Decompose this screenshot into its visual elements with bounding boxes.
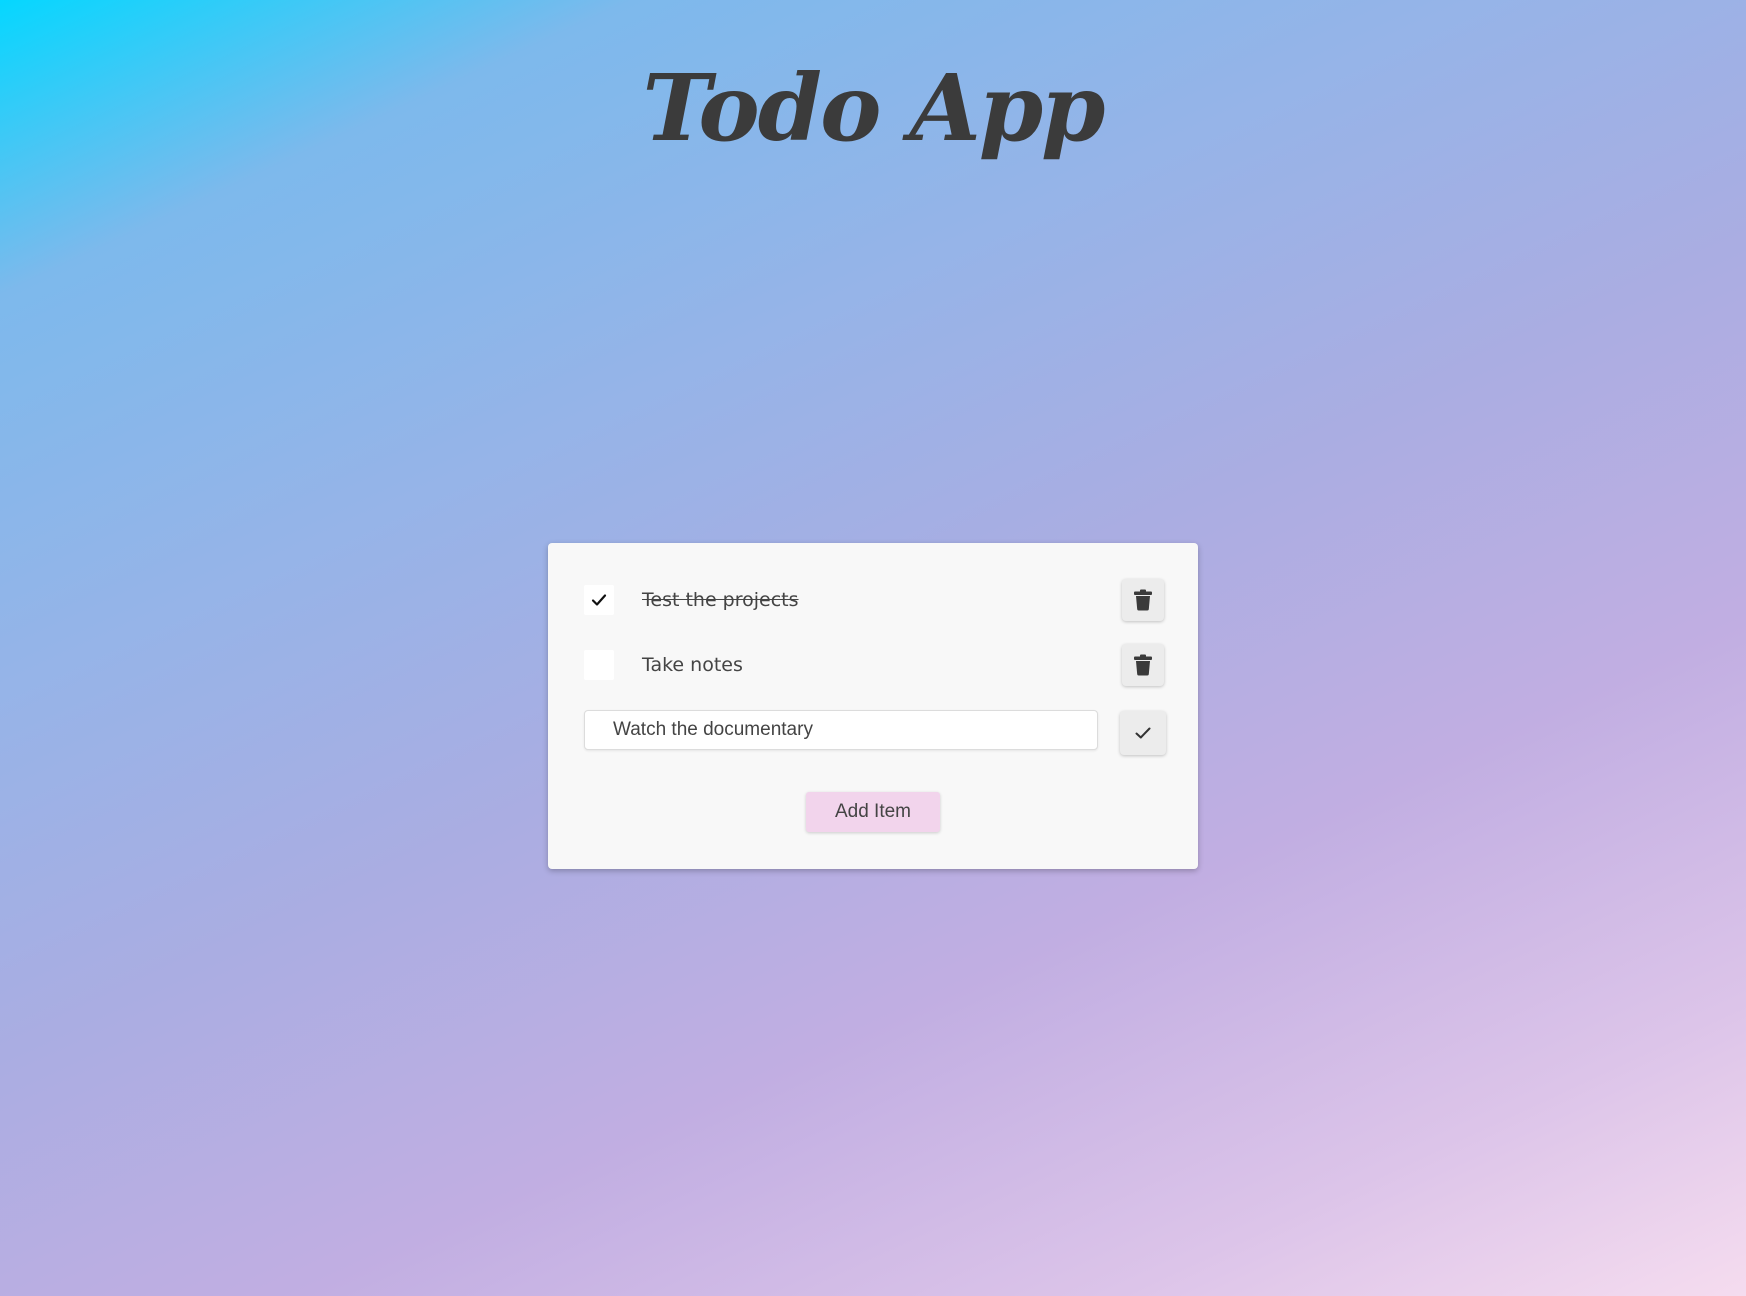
edit-todo-input[interactable]	[584, 710, 1098, 750]
todo-item: Test the projects	[584, 578, 1164, 622]
trash-icon	[1134, 654, 1152, 676]
todo-text: Test the projects	[642, 589, 799, 611]
edit-todo-row	[584, 709, 1166, 755]
check-icon	[1135, 727, 1151, 739]
trash-icon	[1134, 589, 1152, 611]
todo-item: Take notes	[584, 643, 1164, 687]
todo-checkbox-checked[interactable]	[584, 585, 614, 615]
todo-checkbox[interactable]	[584, 650, 614, 680]
delete-button[interactable]	[1122, 579, 1164, 621]
add-item-button[interactable]: Add Item	[806, 792, 940, 832]
delete-button[interactable]	[1122, 644, 1164, 686]
app-title: Todo App	[642, 54, 1105, 162]
todo-text: Take notes	[642, 654, 743, 676]
todo-card: Test the projects Take notes Ad	[548, 543, 1198, 869]
save-edit-button[interactable]	[1120, 711, 1166, 755]
checkmark-icon	[591, 594, 607, 606]
